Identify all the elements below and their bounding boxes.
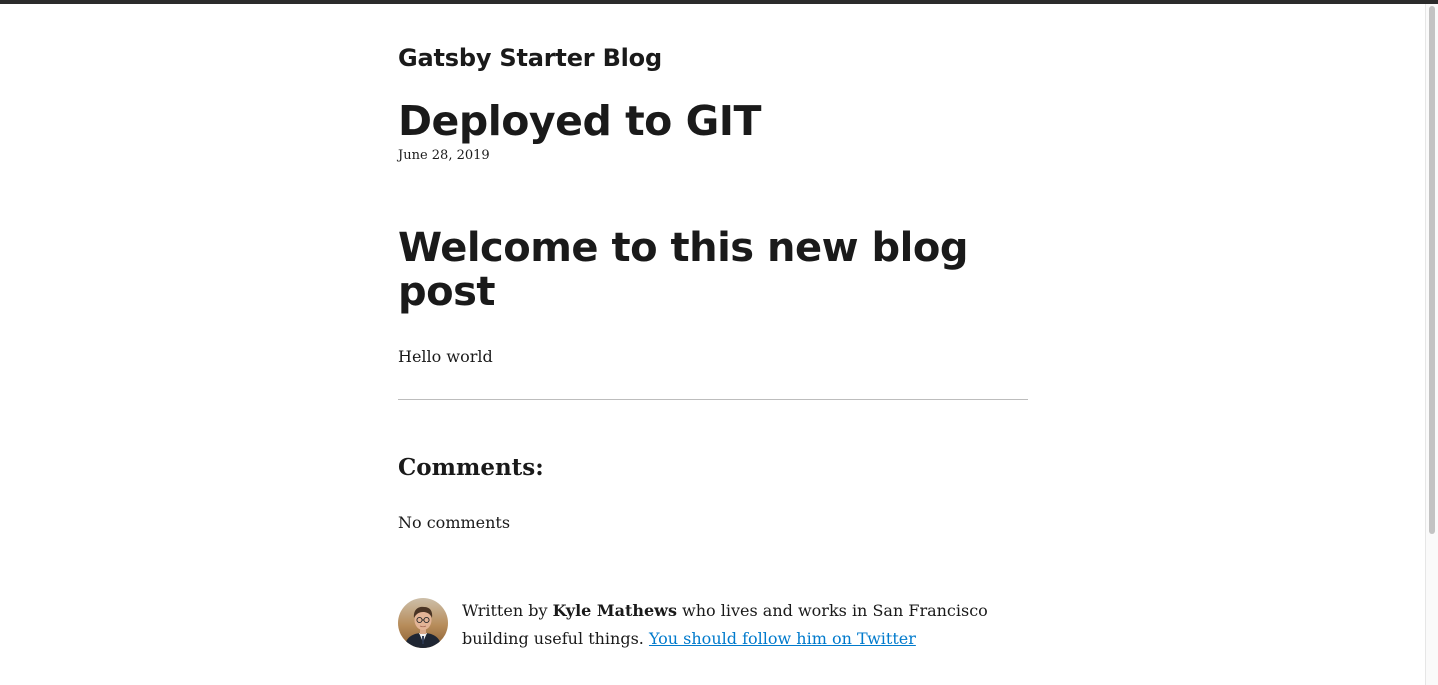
divider [398, 399, 1028, 400]
site-title-link[interactable]: Gatsby Starter Blog [398, 42, 662, 74]
twitter-link[interactable]: You should follow him on Twitter [649, 629, 916, 648]
author-name: Kyle Mathews [552, 601, 677, 620]
post-title: Deployed to GIT [398, 97, 761, 145]
post-body: Hello world [398, 347, 493, 366]
author-avatar [398, 598, 448, 648]
post-date: June 28, 2019 [398, 148, 490, 163]
comments-heading: Comments: [398, 454, 544, 481]
bio-prefix: Written by [462, 601, 553, 620]
scrollbar-thumb[interactable] [1429, 6, 1435, 534]
no-comments-text: No comments [398, 513, 511, 532]
vertical-scrollbar[interactable] [1425, 4, 1438, 685]
top-border [0, 0, 1438, 4]
post-heading: Welcome to this new blog post [398, 225, 968, 315]
bio-text: Written by Kyle Mathews who lives and wo… [462, 597, 1030, 653]
author-avatar-image [398, 598, 448, 648]
